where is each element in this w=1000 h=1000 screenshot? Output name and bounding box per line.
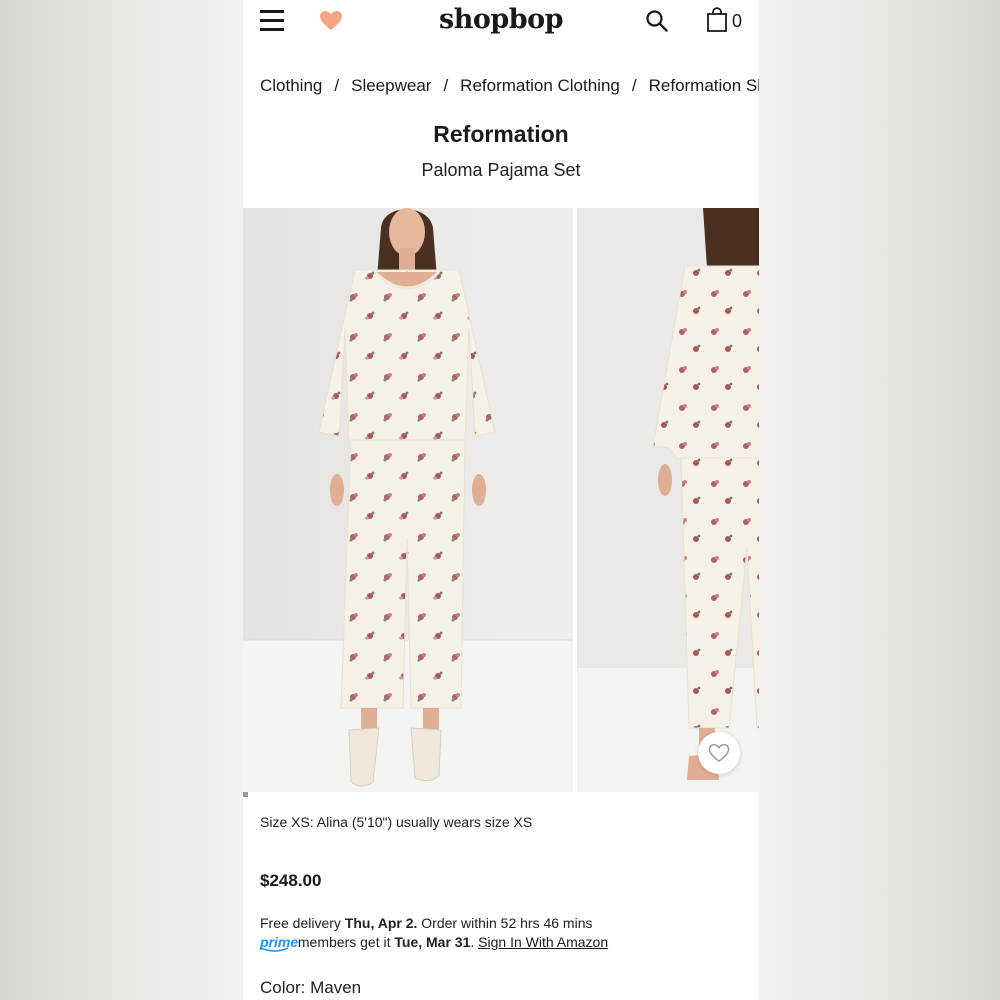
background-blur-right <box>758 0 1000 1000</box>
top-header: shopbop 0 <box>243 0 759 44</box>
color-label: Color: <box>260 978 311 997</box>
breadcrumb-clothing[interactable]: Clothing <box>260 76 322 95</box>
product-page: shopbop 0 Clothing / Sleepwear / Reformation… <box>243 0 759 1000</box>
breadcrumb-separator: / <box>443 76 449 95</box>
prime-logo: prime <box>260 934 299 952</box>
color-value: Maven <box>310 978 362 997</box>
model-size-note: Size XS: Alina (5'10") usually wears siz… <box>260 814 533 830</box>
product-title: Paloma Pajama Set <box>421 160 581 180</box>
delivery-date: Thu, Apr 2. <box>344 915 418 931</box>
bag-count: 0 <box>732 11 743 31</box>
breadcrumb-sleepwear[interactable]: Sleepwear <box>351 76 431 95</box>
shopbop-logo[interactable]: shopbop <box>243 4 759 35</box>
product-photo-back[interactable] <box>577 208 759 792</box>
prime-text: members get it <box>294 934 395 950</box>
product-photo-front[interactable] <box>243 208 573 792</box>
add-to-favorites-button[interactable] <box>698 732 740 774</box>
delivery-prefix: Free delivery <box>260 915 345 931</box>
breadcrumb: Clothing / Sleepwear / Reformation Clothing /… <box>260 76 759 102</box>
breadcrumb-reformation-sleepwear[interactable]: Reformation Sleepwear <box>649 76 759 95</box>
color-selection: Color: Maven <box>260 978 361 998</box>
prime-date: Tue, Mar 31 <box>394 934 471 950</box>
delivery-info: Free delivery Thu, Apr 2. Order within 5… <box>260 915 592 931</box>
gallery-position-indicator <box>243 792 248 797</box>
brand-name[interactable]: Reformation <box>243 121 759 148</box>
search-icon[interactable] <box>645 9 669 33</box>
breadcrumb-reformation-clothing[interactable]: Reformation Clothing <box>460 76 620 95</box>
delivery-suffix: Order within 52 hrs 46 mins <box>417 915 593 931</box>
background-blur-left <box>0 0 243 1000</box>
sign-in-with-amazon-link[interactable]: Sign In With Amazon <box>478 934 608 950</box>
product-price: $248.00 <box>260 871 322 890</box>
bag-icon[interactable] <box>706 7 728 33</box>
breadcrumb-separator: / <box>631 76 637 95</box>
prime-period: . <box>470 934 479 950</box>
heart-outline-icon <box>708 743 730 763</box>
prime-delivery-info: prime members get it Tue, Mar 31. Sign I… <box>260 934 608 952</box>
breadcrumb-separator: / <box>334 76 340 95</box>
product-image-gallery[interactable] <box>243 208 759 792</box>
